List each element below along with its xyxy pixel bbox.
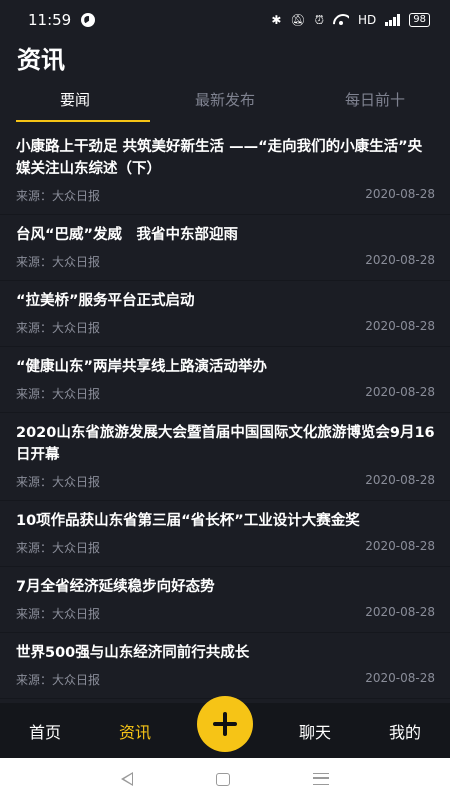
bluetooth-icon: ✱ (271, 13, 282, 27)
battery-icon: 98 (409, 13, 430, 27)
network-type: HD (358, 13, 377, 27)
news-item[interactable]: “拉美桥”服务平台正式启动 来源：大众日报 2020-08-28 (0, 281, 450, 347)
news-item[interactable]: 小康路上干劲足 共筑美好新生活 ——“走向我们的小康生活”央媒关注山东综述（下）… (0, 127, 450, 215)
status-bar: 11:59 ✱ 🔕︎ ⏰︎ HD 98 (0, 0, 450, 40)
news-source: 来源：大众日报 (16, 475, 101, 489)
news-date: 2020-08-28 (365, 385, 435, 399)
news-item[interactable]: 台风“巴威”发威 我省中东部迎雨 来源：大众日报 2020-08-28 (0, 215, 450, 281)
mute-icon: 🔕︎ (290, 13, 306, 27)
news-date: 2020-08-28 (365, 671, 435, 685)
nav-add-container (180, 695, 270, 752)
news-date: 2020-08-28 (365, 605, 435, 619)
nav-news[interactable]: 资讯 (90, 719, 180, 743)
news-item[interactable]: 2020山东省旅游发展大会暨首届中国国际文化旅游博览会9月16日开幕 来源：大众… (0, 413, 450, 501)
news-date: 2020-08-28 (365, 473, 435, 487)
add-plus-icon[interactable] (197, 695, 253, 752)
recent-apps-icon[interactable] (312, 773, 329, 785)
news-source: 来源：大众日报 (16, 387, 101, 401)
back-icon[interactable] (121, 772, 134, 786)
news-item[interactable]: 7月全省经济延续稳步向好态势 来源：大众日报 2020-08-28 (0, 567, 450, 633)
news-source: 来源：大众日报 (16, 189, 101, 203)
news-item[interactable]: 世界500强与山东经济同前行共成长 来源：大众日报 2020-08-28 (0, 633, 450, 699)
news-date: 2020-08-28 (365, 187, 435, 201)
news-title: 小康路上干劲足 共筑美好新生活 ——“走向我们的小康生活”央媒关注山东综述（下） (16, 139, 423, 177)
news-title: “拉美桥”服务平台正式启动 (16, 293, 195, 309)
page-title: 资讯 (17, 46, 65, 74)
news-list: 小康路上干劲足 共筑美好新生活 ——“走向我们的小康生活”央媒关注山东综述（下）… (0, 127, 450, 699)
news-date: 2020-08-28 (365, 253, 435, 267)
tab-bar: 要闻 最新发布 每日前十 (0, 82, 450, 124)
news-source: 来源：大众日报 (16, 255, 101, 269)
news-item[interactable]: 10项作品获山东省第三届“省长杯”工业设计大赛金奖 来源：大众日报 2020-08… (0, 501, 450, 567)
news-source: 来源：大众日报 (16, 541, 101, 555)
nav-chat[interactable]: 聊天 (270, 719, 360, 743)
bottom-nav: 首页 资讯 聊天 我的 (0, 695, 450, 758)
nav-home[interactable]: 首页 (0, 719, 90, 743)
status-time: 11:59 (28, 11, 72, 29)
news-source: 来源：大众日报 (16, 321, 101, 335)
news-title: “健康山东”两岸共享线上路演活动举办 (16, 359, 268, 375)
app-notification-icon (81, 13, 96, 27)
news-date: 2020-08-28 (365, 539, 435, 553)
tab-daily-top-ten[interactable]: 每日前十 (300, 82, 450, 124)
nav-mine[interactable]: 我的 (360, 719, 450, 743)
news-title: 2020山东省旅游发展大会暨首届中国国际文化旅游博览会9月16日开幕 (16, 425, 435, 463)
news-title: 台风“巴威”发威 我省中东部迎雨 (16, 227, 239, 243)
home-icon[interactable] (215, 772, 230, 786)
system-navigation-bar (0, 758, 450, 800)
news-source: 来源：大众日报 (16, 673, 101, 687)
alarm-icon: ⏰︎ (314, 12, 324, 27)
news-date: 2020-08-28 (365, 319, 435, 333)
signal-icon (385, 14, 401, 26)
news-title: 世界500强与山东经济同前行共成长 (16, 645, 250, 661)
wifi-icon (333, 14, 349, 26)
news-item[interactable]: “健康山东”两岸共享线上路演活动举办 来源：大众日报 2020-08-28 (0, 347, 450, 413)
news-title: 10项作品获山东省第三届“省长杯”工业设计大赛金奖 (16, 513, 360, 529)
news-title: 7月全省经济延续稳步向好态势 (16, 579, 215, 595)
tab-headlines[interactable]: 要闻 (0, 82, 150, 124)
tab-latest[interactable]: 最新发布 (150, 82, 300, 124)
news-source: 来源：大众日报 (16, 607, 101, 621)
